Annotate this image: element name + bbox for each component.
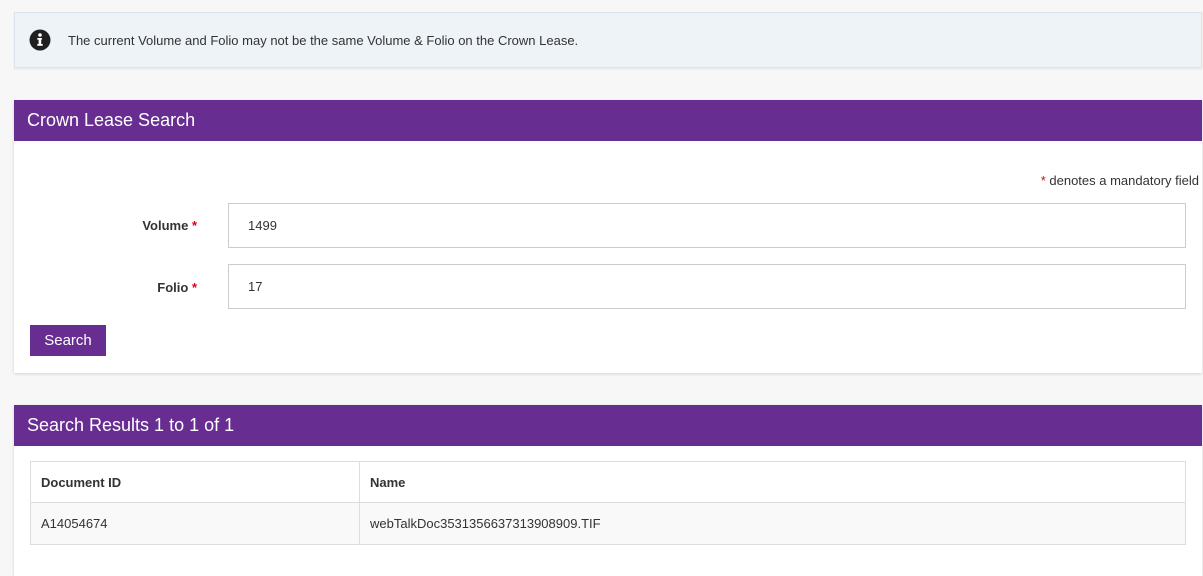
table-header-row: Document ID Name	[30, 461, 1186, 503]
mandatory-note-text: denotes a mandatory field	[1049, 173, 1199, 188]
notice-text: The current Volume and Folio may not be …	[68, 32, 579, 48]
required-star: *	[191, 280, 197, 295]
results-title: Search Results 1 to 1 of 1	[14, 405, 1202, 446]
volume-label: Volume *	[37, 218, 197, 233]
folio-label: Folio *	[37, 280, 197, 295]
column-header-document-id: Document ID	[30, 461, 360, 503]
name-cell[interactable]: webTalkDoc3531356637313908909.TIF	[359, 502, 1186, 545]
info-notice: The current Volume and Folio may not be …	[14, 12, 1202, 68]
required-star: *	[1040, 173, 1046, 188]
mandatory-field-note: * denotes a mandatory field	[1041, 173, 1199, 188]
folio-label-text: Folio	[157, 280, 189, 295]
document-id-cell: A14054674	[30, 502, 360, 545]
panel-title: Crown Lease Search	[14, 100, 1202, 141]
search-button[interactable]: Search	[30, 325, 106, 356]
volume-input[interactable]	[228, 203, 1186, 248]
table-row[interactable]: A14054674 webTalkDoc3531356637313908909.…	[30, 502, 1186, 545]
column-header-name: Name	[359, 461, 1186, 503]
folio-input[interactable]	[228, 264, 1186, 309]
volume-label-text: Volume	[142, 218, 189, 233]
required-star: *	[191, 218, 197, 233]
results-table: Document ID Name A14054674 webTalkDoc353…	[30, 461, 1186, 545]
info-icon	[28, 28, 52, 52]
